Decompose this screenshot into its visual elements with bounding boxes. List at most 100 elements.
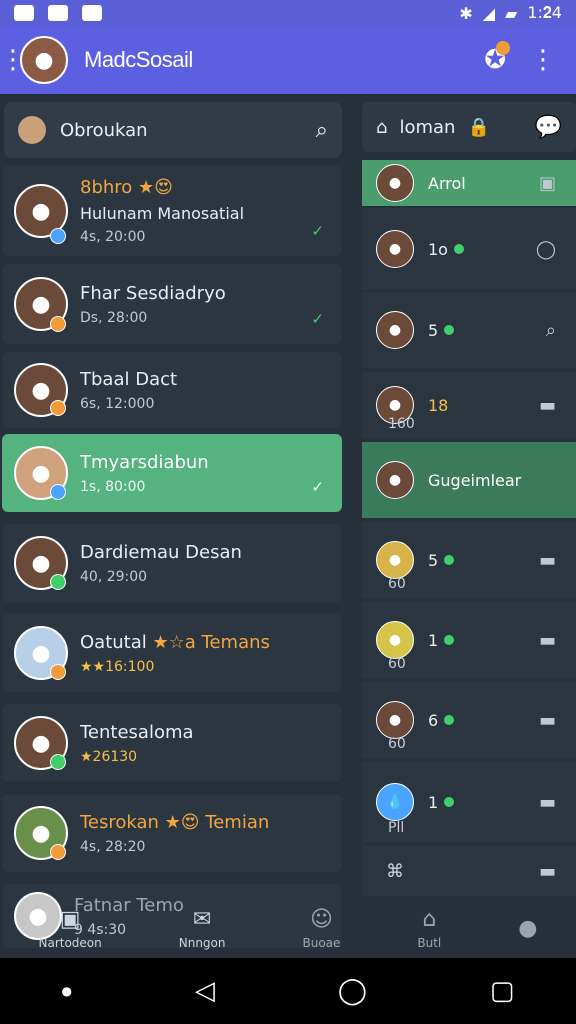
chat-list-pane: Obroukan ⌕ ● 8bhro ★😍 Hulunam Manosatial… <box>0 94 348 958</box>
status-badge <box>50 400 66 416</box>
nav-item[interactable]: ● <box>518 916 537 941</box>
right-avatar: ● <box>376 461 414 499</box>
right-row[interactable]: 💧 1 ▬ Pll <box>362 762 576 842</box>
right-row-label: 1 <box>428 792 439 812</box>
home-button[interactable]: ◯ <box>338 976 367 1006</box>
chat-row[interactable]: ● 8bhro ★😍 Hulunam Manosatial 4s, 20:00 … <box>2 166 342 256</box>
back-button[interactable]: ◁ <box>195 976 215 1006</box>
chat-row[interactable]: ● Oatutal ★☆a Temans ★★16:100 <box>2 614 342 692</box>
search-bar[interactable]: Obroukan ⌕ <box>4 102 342 158</box>
mail-icon <box>48 5 68 21</box>
right-header-label: loman <box>399 116 456 138</box>
right-row[interactable]: ● 5 ⌕ <box>362 292 576 368</box>
chat-name-text: Oatutal <box>80 631 147 653</box>
right-avatar: 💧 <box>376 783 414 821</box>
right-row-active[interactable]: ● Gugeimlear <box>362 442 576 518</box>
online-dot <box>444 325 455 335</box>
emoji-icon: ☺ <box>309 906 333 932</box>
chat-row[interactable]: ● Dardiemau Desan 40, 29:00 <box>2 524 342 602</box>
notifications-icon: ▣ <box>59 906 81 932</box>
app-title: MadcSosail <box>84 47 193 72</box>
right-row-label: 1o <box>428 239 448 259</box>
menu-icon[interactable]: ⋮ <box>0 47 26 73</box>
right-row[interactable]: ⌘ ▬ <box>362 846 576 896</box>
status-badge <box>50 484 66 500</box>
compass-icon <box>82 5 102 21</box>
read-check-icon: ✓ <box>311 222 324 240</box>
right-row[interactable]: ● 5 ▬ 60 <box>362 522 576 598</box>
right-row-header[interactable]: ● Arrol ▣ <box>362 160 576 206</box>
inbox-icon: ▬ <box>538 629 556 651</box>
chat-meta: 4s, 28:20 <box>80 838 146 855</box>
user-avatar-icon <box>18 116 46 144</box>
chat-row[interactable]: ● Fhar Sesdiadryo Ds, 28:00 ✓ <box>2 264 342 344</box>
right-row-meta: Pll <box>388 820 405 836</box>
group-icon: ▣ <box>538 172 556 194</box>
chat-row[interactable]: ● Tbaal Dact 6s, 12:000 <box>2 352 342 428</box>
right-row-label: 5 <box>428 550 439 570</box>
status-badge <box>50 228 66 244</box>
chat-name: Tesrokan ★😍 Temian <box>80 811 270 833</box>
chat-meta: 1s, 80:00 <box>80 478 146 495</box>
signal-icon: ▰ <box>505 3 518 23</box>
read-check-icon: ✓ <box>311 310 324 328</box>
wifi-icon: ◢ <box>482 3 496 23</box>
nav-item[interactable]: ⌂ Butl <box>417 907 441 950</box>
nav-label: Butl <box>417 935 442 950</box>
right-avatar: ● <box>376 164 414 202</box>
bluetooth-icon: ✱ <box>459 3 473 23</box>
chat-name: Tmyarsdiabun <box>80 451 209 473</box>
add-friend-button[interactable]: ✪ <box>484 41 510 75</box>
right-row[interactable]: ● 6 ▬ 60 <box>362 682 576 758</box>
status-badge <box>50 316 66 332</box>
search-icon[interactable]: ⌕ <box>546 320 556 341</box>
online-dot <box>444 715 455 725</box>
right-avatar: ● <box>376 621 414 659</box>
image-icon <box>14 5 34 21</box>
chat-subtitle: Hulunam Manosatial <box>80 204 245 223</box>
nav-label: Buoae <box>302 935 341 950</box>
right-row[interactable]: ● 1 ▬ 60 <box>362 602 576 678</box>
inbox-icon: ▬ <box>538 860 556 882</box>
status-left-icons <box>14 5 102 21</box>
overflow-menu-button[interactable]: ⋮ <box>530 45 556 75</box>
home-icon: ⌂ <box>376 116 388 138</box>
status-badge <box>50 574 66 590</box>
search-icon[interactable]: ⌕ <box>316 118 328 143</box>
lock-icon: 🔒 <box>467 116 490 138</box>
chat-name: Dardiemau Desan <box>80 541 242 563</box>
right-row[interactable]: ● 1o ◯ <box>362 208 576 290</box>
chat-meta: 40, 29:00 <box>80 568 148 585</box>
chat-row[interactable]: ● Tentesaloma ★26130 <box>2 704 342 782</box>
chat-row[interactable]: ● Tesrokan ★😍 Temian 4s, 28:20 <box>2 794 342 872</box>
status-badge <box>50 844 66 860</box>
right-row-label: 1 <box>428 630 439 650</box>
appbar-actions: ✪ ⋮ <box>484 41 556 75</box>
right-row[interactable]: ● 18 ▬ 160 <box>362 372 576 438</box>
android-navigation-bar: ● ◁ ◯ ▢ <box>0 958 576 1024</box>
nav-item[interactable]: ✉ Nnngon <box>179 907 226 950</box>
chat-name-suffix: ★☆a Temans <box>152 631 270 653</box>
right-avatar: ● <box>376 311 414 349</box>
recents-button[interactable]: ▢ <box>490 976 515 1006</box>
right-header[interactable]: ⌂ loman 🔒 💬 <box>362 102 576 152</box>
status-right: ✱ ◢ ▰ 1:𝟐4 <box>459 3 562 23</box>
profile-avatar[interactable]: ● <box>20 36 68 84</box>
right-row-label: Arrol <box>428 173 466 193</box>
right-row-meta: 160 <box>388 416 415 432</box>
group-icon: ⌘ <box>386 860 404 882</box>
bottom-nav: ▣ Nartodeon ✉ Nnngon ☺ Buoae ⌂ Butl ● <box>0 898 576 958</box>
search-label: Obroukan <box>60 119 148 141</box>
right-row-meta: 60 <box>388 736 406 752</box>
right-row-meta: 60 <box>388 656 406 672</box>
right-row-label: 6 <box>428 710 439 730</box>
inbox-icon: ▬ <box>538 709 556 731</box>
nav-item[interactable]: ☺ Buoae <box>302 907 340 950</box>
right-row-label: 5 <box>428 320 439 340</box>
chat-name: Fhar Sesdiadryo <box>80 282 226 304</box>
chat-row-active[interactable]: ● Tmyarsdiabun 1s, 80:00 ✓ <box>2 434 342 512</box>
inbox-icon: ▬ <box>538 394 556 416</box>
chat-meta: ★★16:100 <box>80 658 155 675</box>
chat-bubble-icon[interactable]: 💬 <box>535 115 562 140</box>
nav-item[interactable]: ▣ Nartodeon <box>38 907 101 950</box>
